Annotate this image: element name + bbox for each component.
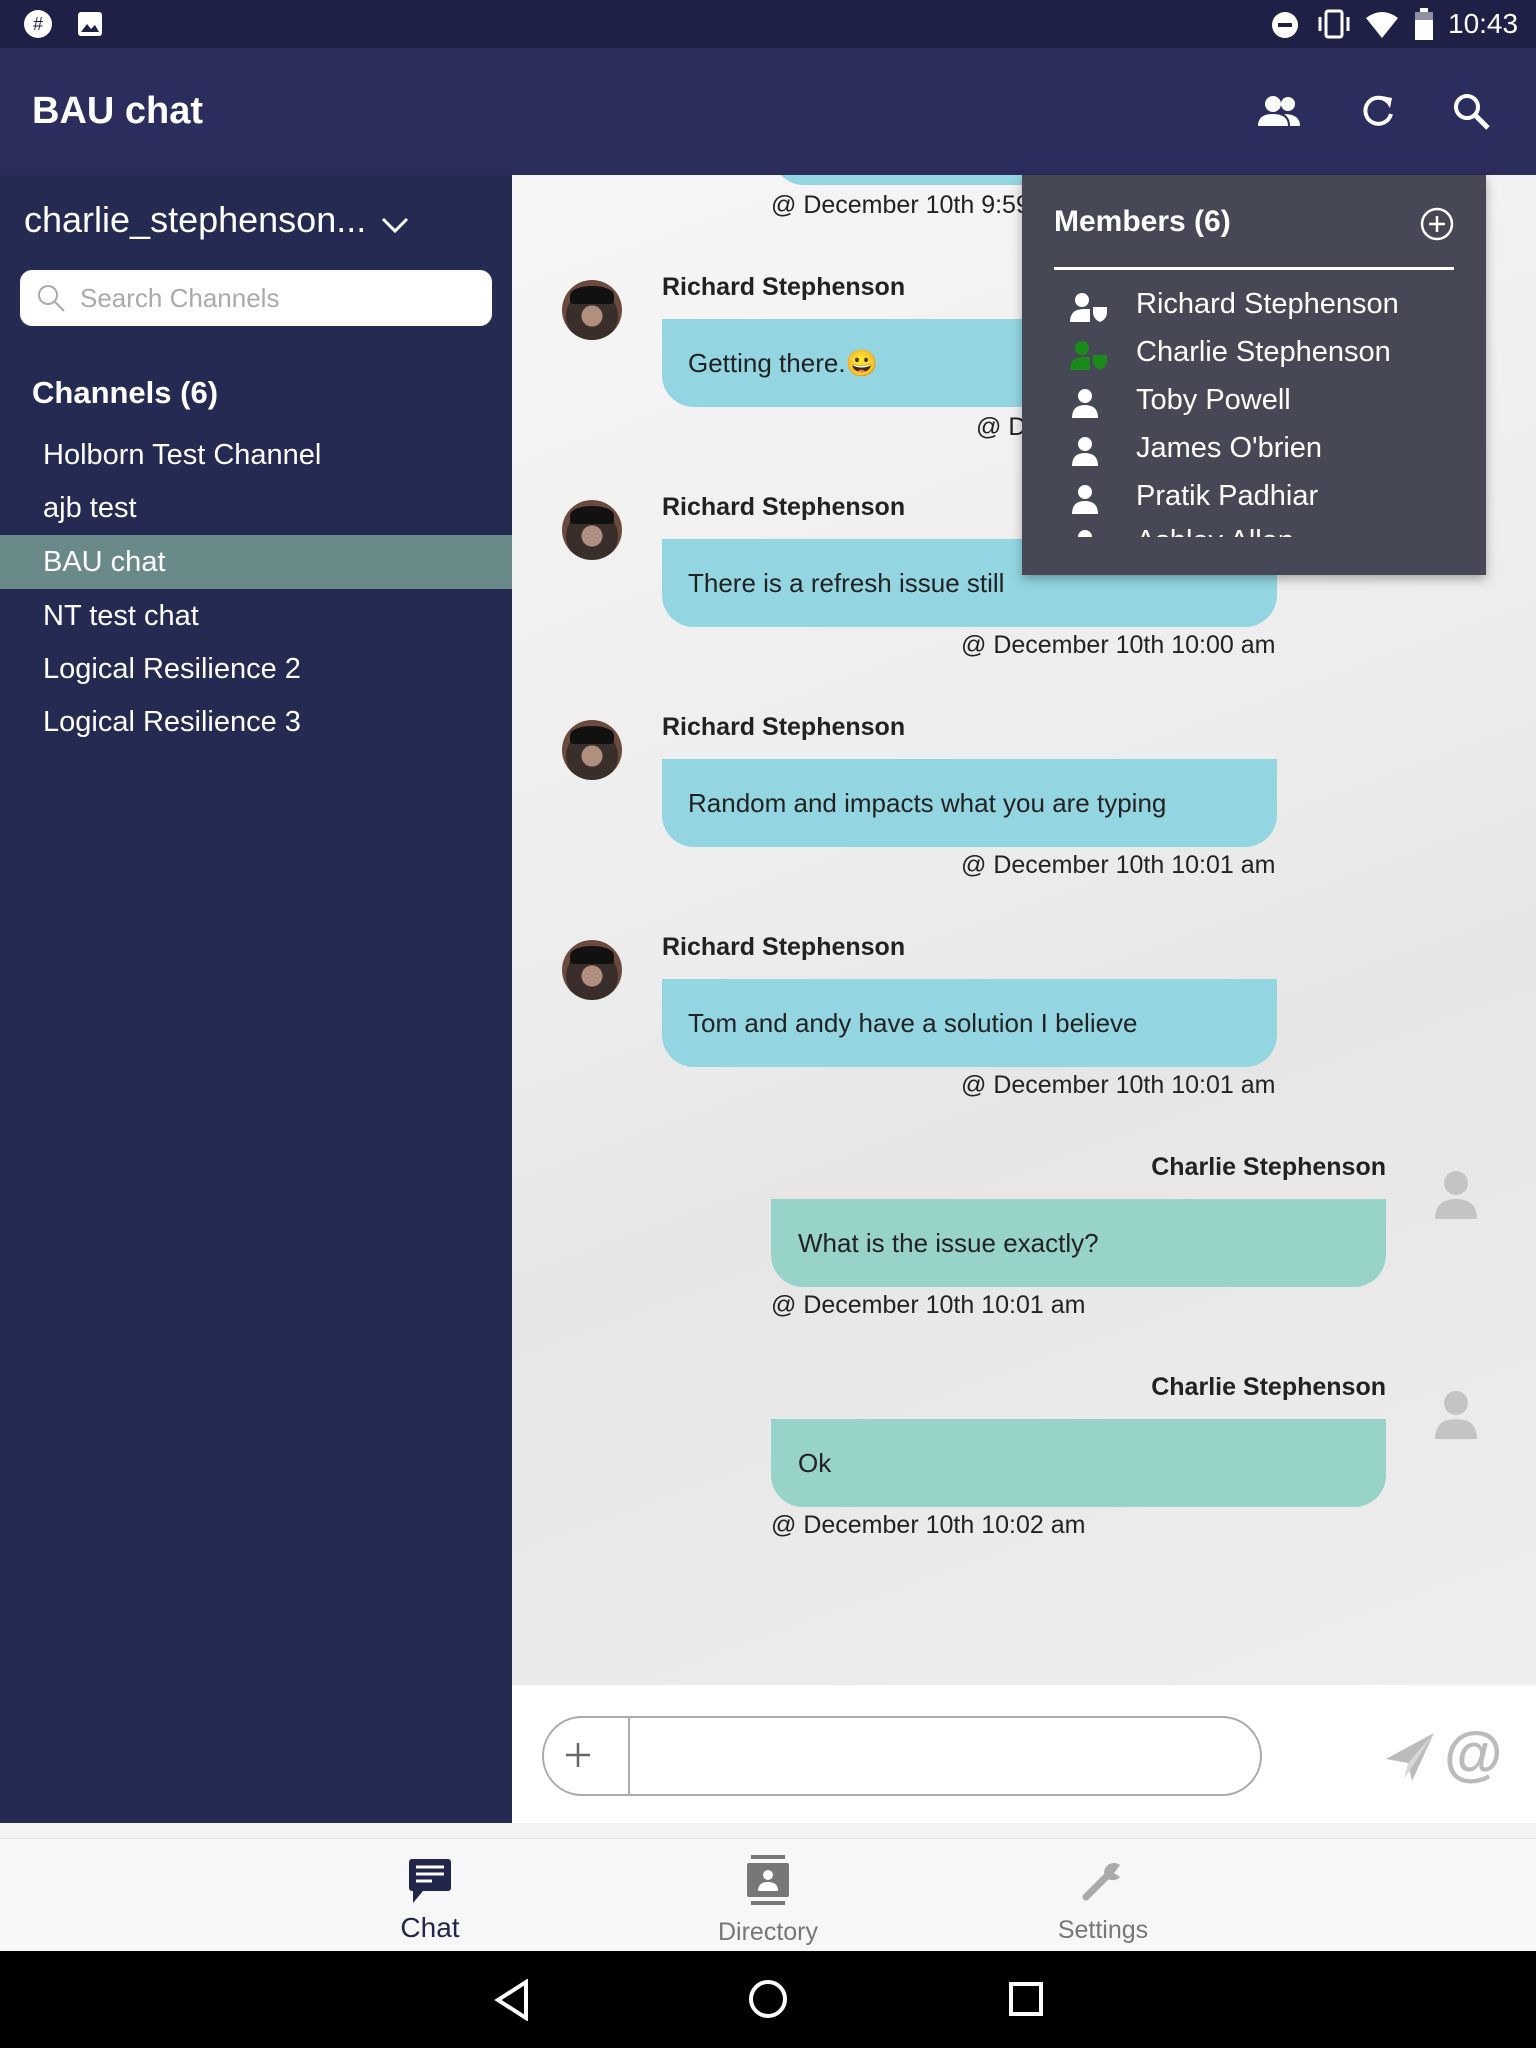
do-not-disturb-icon bbox=[1272, 12, 1298, 38]
sender-name: Richard Stephenson bbox=[662, 933, 906, 961]
avatar[interactable] bbox=[562, 500, 622, 560]
member-item[interactable]: James O'brien bbox=[1136, 432, 1322, 465]
channels-header: Channels (6) bbox=[32, 375, 219, 410]
sender-name: Richard Stephenson bbox=[662, 273, 906, 301]
mention-icon[interactable]: @ bbox=[1444, 1719, 1503, 1788]
attach-plus-icon[interactable] bbox=[563, 1740, 593, 1770]
user-icon bbox=[1072, 389, 1098, 418]
wifi-icon bbox=[1366, 12, 1398, 38]
battery-icon bbox=[1415, 8, 1433, 40]
home-icon[interactable] bbox=[748, 1979, 788, 2019]
members-icon[interactable] bbox=[1254, 92, 1304, 132]
member-item[interactable]: Pratik Padhiar bbox=[1136, 480, 1318, 513]
search-icon bbox=[38, 285, 65, 312]
nav-chat[interactable]: Chat bbox=[330, 1839, 530, 1944]
message-bubble: Ok bbox=[771, 1419, 1386, 1507]
default-avatar-icon[interactable] bbox=[1433, 1387, 1479, 1443]
divider bbox=[1054, 267, 1454, 270]
members-title: Members (6) bbox=[1054, 205, 1231, 238]
image-icon bbox=[78, 12, 102, 36]
member-item-clipped[interactable]: Ashley Allan bbox=[1022, 525, 1486, 537]
avatar[interactable] bbox=[562, 940, 622, 1000]
channel-item-active[interactable]: BAU chat bbox=[0, 535, 512, 589]
bottom-nav: Chat Directory Settings bbox=[0, 1838, 1536, 1951]
message-bubble: What is the issue exactly? bbox=[771, 1199, 1386, 1287]
sender-name: Richard Stephenson bbox=[662, 493, 906, 521]
channel-item[interactable]: Logical Resilience 3 bbox=[0, 695, 512, 749]
svg-text:#: # bbox=[33, 14, 43, 34]
add-member-icon[interactable] bbox=[1420, 207, 1454, 241]
member-item[interactable]: Charlie Stephenson bbox=[1136, 336, 1391, 369]
nav-label: Directory bbox=[717, 1918, 818, 1946]
admin-user-icon-self bbox=[1070, 341, 1109, 370]
chevron-down-icon[interactable] bbox=[380, 215, 410, 235]
nav-directory[interactable]: Directory bbox=[668, 1839, 868, 1947]
nav-label: Chat bbox=[400, 1912, 460, 1943]
user-icon bbox=[1072, 485, 1098, 514]
wrench-icon bbox=[1082, 1863, 1120, 1901]
search-channels-input[interactable]: Search Channels bbox=[20, 270, 492, 326]
message-timestamp: @ December 10th 10:00 am bbox=[961, 631, 1276, 659]
clock: 10:43 bbox=[1448, 8, 1519, 39]
system-nav-bar bbox=[0, 1951, 1536, 2048]
search-icon[interactable] bbox=[1452, 92, 1492, 132]
status-bar: # 10:43 bbox=[0, 0, 1536, 48]
channel-item[interactable]: ajb test bbox=[0, 481, 512, 535]
member-item[interactable]: Toby Powell bbox=[1136, 384, 1291, 417]
user-icon bbox=[1072, 437, 1098, 466]
chat-icon bbox=[409, 1859, 451, 1903]
channel-item[interactable]: Logical Resilience 2 bbox=[0, 642, 512, 696]
members-panel: Members (6) Richard Stephenson Charlie S… bbox=[1022, 175, 1486, 575]
user-icon bbox=[1078, 530, 1092, 537]
message-timestamp: @ December 10th 10:01 am bbox=[771, 1291, 1086, 1319]
message-input[interactable] bbox=[542, 1716, 1262, 1796]
sender-name: Richard Stephenson bbox=[662, 713, 906, 741]
member-item[interactable]: Richard Stephenson bbox=[1136, 288, 1399, 321]
refresh-icon[interactable] bbox=[1358, 92, 1398, 132]
slack-icon: # bbox=[24, 10, 52, 38]
sender-name: Charlie Stephenson bbox=[1151, 1153, 1386, 1181]
directory-icon bbox=[747, 1855, 789, 1905]
vibrate-icon bbox=[1318, 9, 1350, 39]
sender-name: Charlie Stephenson bbox=[1151, 1373, 1386, 1401]
divider bbox=[628, 1718, 630, 1794]
search-placeholder: Search Channels bbox=[80, 283, 280, 313]
user-name[interactable]: charlie_stephenson... bbox=[24, 199, 366, 241]
channel-item[interactable]: NT test chat bbox=[0, 589, 512, 643]
avatar[interactable] bbox=[562, 720, 622, 780]
nav-label: Settings bbox=[1057, 1916, 1149, 1944]
sidebar: charlie_stephenson... Search Channels Ch… bbox=[0, 175, 512, 1823]
message-bubble: Random and impacts what you are typing bbox=[662, 759, 1277, 847]
message-timestamp: @ December 10th 10:01 am bbox=[961, 851, 1276, 879]
recents-icon[interactable] bbox=[1008, 1981, 1044, 2017]
back-icon[interactable] bbox=[492, 1979, 532, 2021]
admin-user-icon bbox=[1070, 293, 1109, 322]
app-bar: BAU chat bbox=[0, 48, 1536, 175]
send-icon[interactable] bbox=[1382, 1729, 1438, 1785]
nav-settings[interactable]: Settings bbox=[1003, 1839, 1203, 1945]
page-title: BAU chat bbox=[32, 90, 204, 132]
message-timestamp: @ December 10th 9:59 bbox=[771, 191, 1030, 219]
message-timestamp: @ D bbox=[976, 413, 1027, 441]
message-timestamp: @ December 10th 10:02 am bbox=[771, 1511, 1086, 1539]
message-bubble: Tom and andy have a solution I believe bbox=[662, 979, 1277, 1067]
avatar[interactable] bbox=[562, 280, 622, 340]
channel-item[interactable]: Holborn Test Channel bbox=[0, 428, 512, 482]
composer: @ bbox=[512, 1685, 1536, 1823]
message-timestamp: @ December 10th 10:01 am bbox=[961, 1071, 1276, 1099]
member-name: Ashley Allan bbox=[1136, 525, 1294, 537]
default-avatar-icon[interactable] bbox=[1433, 1167, 1479, 1223]
